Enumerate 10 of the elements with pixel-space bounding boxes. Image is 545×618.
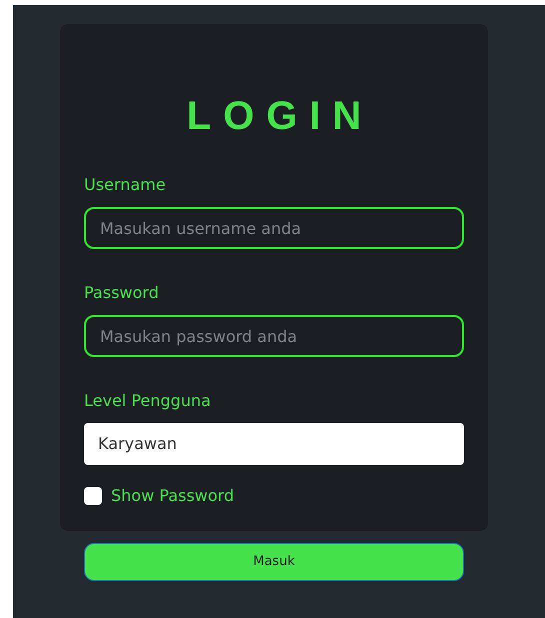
input-field[interactable]: Masukan username anda <box>84 207 464 249</box>
login-title: LOGIN <box>186 93 374 140</box>
submit-button[interactable]: Masuk <box>84 543 464 581</box>
field-label: Username <box>84 175 167 195</box>
field-label: Password <box>84 283 160 303</box>
field-label: Level Pengguna <box>84 391 212 411</box>
input-field[interactable]: Masukan password anda <box>84 315 464 357</box>
select-field[interactable]: Karyawan <box>84 423 464 465</box>
checkbox-label: Show Password <box>111 485 234 507</box>
checkbox[interactable] <box>84 487 102 505</box>
